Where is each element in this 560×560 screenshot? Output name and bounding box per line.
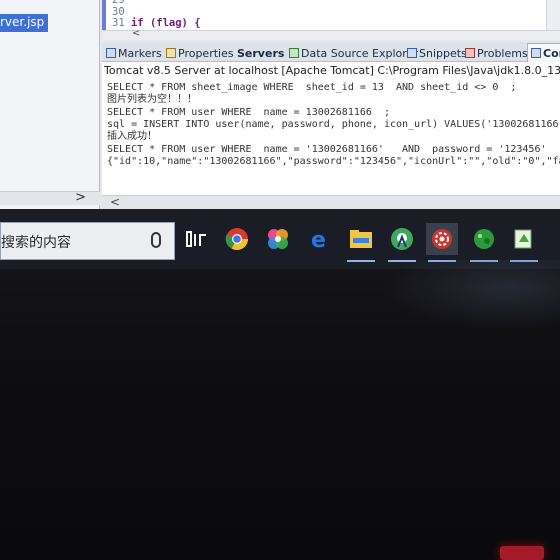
scroll-right-arrow[interactable]: > (75, 190, 86, 205)
tab-snippets[interactable]: Snippets (407, 45, 467, 61)
tab-console[interactable]: Con (527, 43, 560, 62)
search-placeholder: 搜索的内容 (1, 235, 71, 251)
svg-text:e: e (311, 228, 326, 250)
edge-icon[interactable]: e (304, 223, 336, 255)
code-text: if (flag) { (130, 17, 201, 29)
keyboard-led-light (500, 546, 544, 560)
console-line: SELECT * FROM user WHERE name = '1300268… (107, 144, 560, 155)
taskbar-search-box[interactable]: 搜索的内容 (0, 222, 175, 260)
scroll-left-arrow[interactable]: < (132, 28, 140, 39)
eclipse-ide-window: rver.jsp > 29 30 31 if (flag) { < Marker… (0, 0, 560, 209)
task-view-icon[interactable] (181, 223, 213, 255)
console-line: SELECT * FROM sheet_image WHERE sheet_id… (107, 82, 517, 93)
tab-properties[interactable]: Properties (166, 45, 234, 61)
code-editor[interactable]: 29 30 31 if (flag) { < (102, 0, 560, 40)
editor-horizontal-scrollbar[interactable]: < (102, 28, 560, 40)
tab-problems[interactable]: Problems (465, 45, 528, 61)
tab-markers[interactable]: Markers (106, 45, 162, 61)
console-horizontal-scrollbar[interactable]: < (102, 195, 560, 209)
problems-icon (465, 48, 475, 58)
photos-icon[interactable] (262, 223, 294, 255)
console-line: {"id":10,"name":"13002681166","password"… (107, 156, 560, 167)
explorer-scrollbar[interactable]: > (0, 190, 100, 205)
console-line: 插入成功！ (107, 131, 157, 142)
file-explorer-icon[interactable] (345, 223, 377, 262)
package-explorer: rver.jsp > (0, 0, 100, 209)
console-line: 图片列表为空！！！ (107, 94, 197, 105)
console-line: sql = INSERT INTO user(name, password, p… (107, 119, 560, 130)
properties-icon (166, 48, 176, 58)
code-line: 31 if (flag) { (112, 17, 201, 29)
datasource-icon (289, 48, 299, 58)
tab-servers[interactable]: Servers (235, 45, 284, 61)
snippets-icon (407, 48, 417, 58)
view-tab-bar: Markers Properties Servers Data Source E… (102, 42, 560, 62)
editor-ruler (102, 0, 106, 32)
console-header: Tomcat v8.5 Server at localhost [Apache … (104, 64, 560, 77)
android-studio-icon[interactable] (386, 223, 418, 262)
console-line: SELECT * FROM user WHERE name = 13002681… (107, 107, 390, 118)
screen-glare (380, 260, 560, 330)
console-icon (531, 48, 541, 58)
settings-app-icon[interactable] (426, 223, 458, 262)
editor-app-icon[interactable] (508, 223, 540, 262)
console-view[interactable]: Tomcat v8.5 Server at localhost [Apache … (102, 62, 560, 195)
microphone-icon[interactable] (151, 232, 161, 248)
tab-data-source-explorer[interactable]: Data Source Explorer (289, 45, 418, 61)
green-app-icon[interactable] (468, 223, 500, 262)
markers-icon (106, 48, 116, 58)
chrome-icon[interactable] (221, 223, 253, 255)
editor-vertical-scrollbar[interactable] (546, 0, 560, 30)
scroll-left-arrow[interactable]: < (110, 195, 120, 209)
explorer-selected-file[interactable]: rver.jsp (0, 14, 49, 32)
